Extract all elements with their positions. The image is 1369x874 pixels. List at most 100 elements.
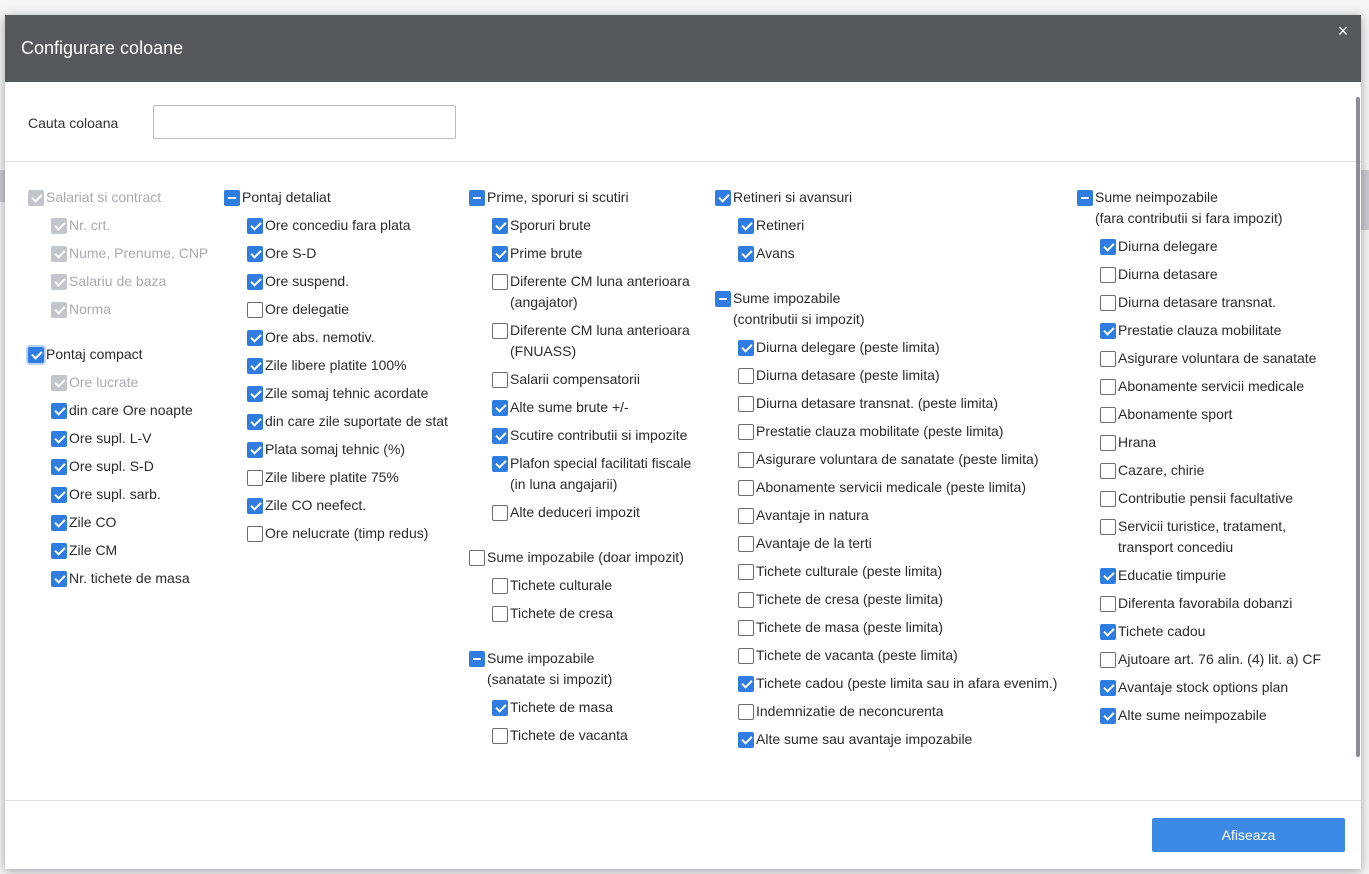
- column-option-nr-tichete-de-masa[interactable]: Nr. tichete de masa: [51, 568, 218, 589]
- column-option-alte-sume-brute[interactable]: Alte sume brute +/-: [492, 397, 709, 418]
- unchecked-checkbox-icon[interactable]: [492, 727, 508, 744]
- column-option-servicii-turistice-tratament[interactable]: Servicii turistice, tratament, transport …: [1100, 516, 1347, 558]
- column-option-diurna-detasare[interactable]: Diurna detasare: [1100, 264, 1347, 285]
- column-option-tichete-cadou-peste-limita-sau-in-afara-evenim[interactable]: Tichete cadou (peste limita sau in afara…: [738, 673, 1065, 694]
- unchecked-checkbox-icon[interactable]: [1100, 378, 1116, 395]
- checked-checkbox-icon[interactable]: [715, 189, 731, 206]
- checked-checkbox-icon[interactable]: [247, 273, 263, 290]
- checked-checkbox-icon[interactable]: [492, 399, 508, 416]
- column-option-asigurare-voluntara-de-sanatate[interactable]: Asigurare voluntara de sanatate: [1100, 348, 1347, 369]
- checked-checkbox-icon[interactable]: [247, 413, 263, 430]
- column-option-plafon-special-facilitati-fiscale[interactable]: Plafon special facilitati fiscale (in lun…: [492, 453, 709, 495]
- column-option-prestatie-clauza-mobilitate[interactable]: Prestatie clauza mobilitate: [1100, 320, 1347, 341]
- close-icon[interactable]: ×: [1333, 21, 1353, 41]
- unchecked-checkbox-icon[interactable]: [738, 563, 754, 580]
- column-option-tichete-de-vacanta-peste-limita[interactable]: Tichete de vacanta (peste limita): [738, 645, 1065, 666]
- unchecked-checkbox-icon[interactable]: [1100, 406, 1116, 423]
- group-retineri-si-avansuri[interactable]: Retineri si avansuri: [715, 187, 1065, 208]
- column-option-din-care-ore-noapte[interactable]: din care Ore noapte: [51, 400, 218, 421]
- checked-checkbox-icon[interactable]: [51, 486, 67, 503]
- group-pontaj-compact[interactable]: Pontaj compact: [28, 344, 218, 365]
- unchecked-checkbox-icon[interactable]: [738, 619, 754, 636]
- column-option-ore-nelucrate-timp-redus[interactable]: Ore nelucrate (timp redus): [247, 523, 464, 544]
- column-option-hrana[interactable]: Hrana: [1100, 432, 1347, 453]
- column-option-ore-supl-s-d[interactable]: Ore supl. S-D: [51, 456, 218, 477]
- unchecked-checkbox-icon[interactable]: [492, 371, 508, 388]
- checked-checkbox-icon[interactable]: [738, 245, 754, 262]
- unchecked-checkbox-icon[interactable]: [738, 367, 754, 384]
- column-option-ore-concediu-fara-plata[interactable]: Ore concediu fara plata: [247, 215, 464, 236]
- checked-checkbox-icon[interactable]: [247, 385, 263, 402]
- indeterminate-checkbox-icon[interactable]: [715, 290, 731, 307]
- column-option-ore-supl-sarb[interactable]: Ore supl. sarb.: [51, 484, 218, 505]
- checked-checkbox-icon[interactable]: [492, 217, 508, 234]
- column-option-prestatie-clauza-mobilitate-peste-limita[interactable]: Prestatie clauza mobilitate (peste limit…: [738, 421, 1065, 442]
- checked-checkbox-icon[interactable]: [51, 542, 67, 559]
- column-option-ore-suspend[interactable]: Ore suspend.: [247, 271, 464, 292]
- checked-checkbox-icon[interactable]: [247, 357, 263, 374]
- column-option-alte-sume-neimpozabile[interactable]: Alte sume neimpozabile: [1100, 705, 1347, 726]
- unchecked-checkbox-icon[interactable]: [738, 423, 754, 440]
- checked-checkbox-icon[interactable]: [51, 402, 67, 419]
- group-sume-impozabile-doar-impozit[interactable]: Sume impozabile (doar impozit): [469, 547, 709, 568]
- checked-checkbox-icon[interactable]: [738, 339, 754, 356]
- column-option-diurna-detasare-peste-limita[interactable]: Diurna detasare (peste limita): [738, 365, 1065, 386]
- column-option-alte-deduceri-impozit[interactable]: Alte deduceri impozit: [492, 502, 709, 523]
- unchecked-checkbox-icon[interactable]: [492, 577, 508, 594]
- indeterminate-checkbox-icon[interactable]: [224, 189, 240, 206]
- column-option-ore-abs-nemotiv[interactable]: Ore abs. nemotiv.: [247, 327, 464, 348]
- column-option-tichete-cadou[interactable]: Tichete cadou: [1100, 621, 1347, 642]
- column-option-prime-brute[interactable]: Prime brute: [492, 243, 709, 264]
- unchecked-checkbox-icon[interactable]: [1100, 434, 1116, 451]
- group-sume-impozabile[interactable]: Sume impozabile (contributii si impozit): [715, 288, 1065, 330]
- column-option-diferenta-favorabila-dobanzi[interactable]: Diferenta favorabila dobanzi: [1100, 593, 1347, 614]
- checked-checkbox-icon[interactable]: [738, 731, 754, 748]
- checked-checkbox-icon[interactable]: [492, 427, 508, 444]
- column-option-plata-somaj-tehnic[interactable]: Plata somaj tehnic (%): [247, 439, 464, 460]
- checked-checkbox-icon[interactable]: [738, 675, 754, 692]
- column-option-retineri[interactable]: Retineri: [738, 215, 1065, 236]
- checked-checkbox-icon[interactable]: [1100, 707, 1116, 724]
- column-option-zile-libere-platite-75[interactable]: Zile libere platite 75%: [247, 467, 464, 488]
- column-option-ajutoare-art-76-alin-4-lit-a-cf[interactable]: Ajutoare art. 76 alin. (4) lit. a) CF: [1100, 649, 1347, 670]
- checked-checkbox-icon[interactable]: [492, 699, 508, 716]
- column-option-tichete-culturale[interactable]: Tichete culturale: [492, 575, 709, 596]
- column-option-asigurare-voluntara-de-sanatate-peste-limita[interactable]: Asigurare voluntara de sanatate (peste l…: [738, 449, 1065, 470]
- unchecked-checkbox-icon[interactable]: [1100, 518, 1116, 535]
- column-option-diurna-detasare-transnat[interactable]: Diurna detasare transnat.: [1100, 292, 1347, 313]
- column-option-diferente-cm-luna-anterioara[interactable]: Diferente CM luna anterioara (FNUASS): [492, 320, 709, 362]
- column-option-avantaje-de-la-terti[interactable]: Avantaje de la terti: [738, 533, 1065, 554]
- unchecked-checkbox-icon[interactable]: [492, 504, 508, 521]
- unchecked-checkbox-icon[interactable]: [1100, 651, 1116, 668]
- checked-checkbox-icon[interactable]: [51, 430, 67, 447]
- column-option-zile-libere-platite-100[interactable]: Zile libere platite 100%: [247, 355, 464, 376]
- column-option-educatie-timpurie[interactable]: Educatie timpurie: [1100, 565, 1347, 586]
- column-option-diurna-delegare[interactable]: Diurna delegare: [1100, 236, 1347, 257]
- unchecked-checkbox-icon[interactable]: [247, 469, 263, 486]
- unchecked-checkbox-icon[interactable]: [738, 591, 754, 608]
- checked-checkbox-icon[interactable]: [1100, 567, 1116, 584]
- column-option-tichete-de-cresa-peste-limita[interactable]: Tichete de cresa (peste limita): [738, 589, 1065, 610]
- checked-checkbox-icon[interactable]: [247, 217, 263, 234]
- column-option-scutire-contributii-si-impozite[interactable]: Scutire contributii si impozite: [492, 425, 709, 446]
- unchecked-checkbox-icon[interactable]: [247, 301, 263, 318]
- column-option-abonamente-sport[interactable]: Abonamente sport: [1100, 404, 1347, 425]
- column-option-diurna-delegare-peste-limita[interactable]: Diurna delegare (peste limita): [738, 337, 1065, 358]
- group-pontaj-detaliat[interactable]: Pontaj detaliat: [224, 187, 464, 208]
- column-option-avantaje-in-natura[interactable]: Avantaje in natura: [738, 505, 1065, 526]
- column-option-zile-co[interactable]: Zile CO: [51, 512, 218, 533]
- group-sume-impozabile[interactable]: Sume impozabile (sanatate si impozit): [469, 648, 709, 690]
- checked-checkbox-icon[interactable]: [492, 245, 508, 262]
- unchecked-checkbox-icon[interactable]: [738, 647, 754, 664]
- column-option-sporuri-brute[interactable]: Sporuri brute: [492, 215, 709, 236]
- column-option-ore-supl-l-v[interactable]: Ore supl. L-V: [51, 428, 218, 449]
- unchecked-checkbox-icon[interactable]: [738, 395, 754, 412]
- indeterminate-checkbox-icon[interactable]: [1077, 189, 1093, 206]
- unchecked-checkbox-icon[interactable]: [469, 549, 485, 566]
- checked-checkbox-icon[interactable]: [51, 458, 67, 475]
- column-option-tichete-de-masa-peste-limita[interactable]: Tichete de masa (peste limita): [738, 617, 1065, 638]
- unchecked-checkbox-icon[interactable]: [247, 525, 263, 542]
- column-option-tichete-de-vacanta[interactable]: Tichete de vacanta: [492, 725, 709, 746]
- checked-checkbox-icon[interactable]: [1100, 322, 1116, 339]
- checked-checkbox-icon[interactable]: [247, 441, 263, 458]
